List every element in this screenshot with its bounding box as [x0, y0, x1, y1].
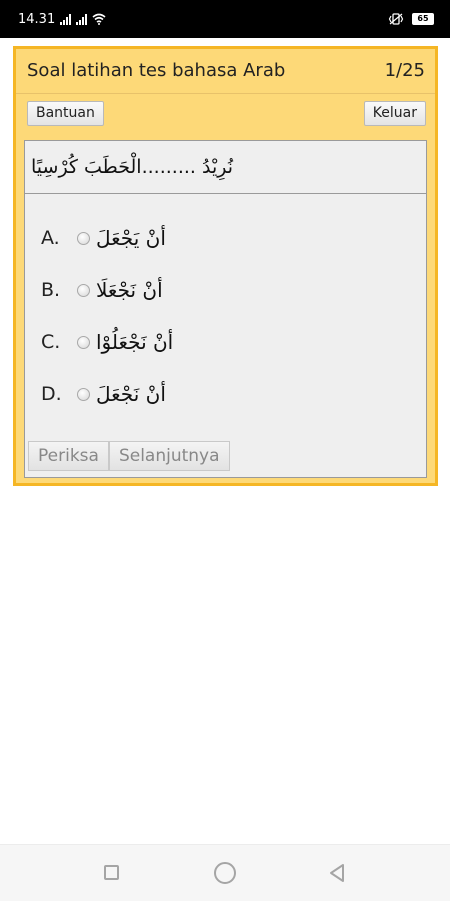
wifi-icon: [92, 13, 106, 25]
signal-icon: [76, 13, 88, 25]
option-text: أنْ نَجْعَلَا: [96, 278, 163, 302]
help-button[interactable]: Bantuan: [27, 101, 104, 126]
question-counter: 1/25: [384, 60, 425, 81]
question-box: نُرِيْدُ .........الْحَطَبَ كُرْسِيًا A.…: [24, 140, 427, 478]
option-text: أنْ يَجْعَلَ: [96, 226, 166, 250]
check-button[interactable]: Periksa: [28, 441, 109, 471]
status-right: 65: [388, 13, 434, 25]
battery-icon: 65: [412, 13, 434, 25]
recents-square-icon[interactable]: [104, 865, 119, 880]
home-circle-icon[interactable]: [214, 862, 236, 884]
question-text-content: نُرِيْدُ .........الْحَطَبَ كُرْسِيًا: [31, 156, 234, 178]
status-bar: 14.31 65: [0, 0, 450, 38]
signal-icon: [60, 13, 72, 25]
option-c-radio[interactable]: [77, 335, 90, 349]
action-bar: Periksa Selanjutnya: [28, 441, 230, 471]
option-a-radio[interactable]: [77, 231, 90, 245]
option-a[interactable]: A. أنْ يَجْعَلَ: [41, 223, 166, 253]
option-c[interactable]: C. أنْ نَجْعَلُوْا: [41, 327, 173, 357]
back-triangle-icon[interactable]: [328, 863, 346, 883]
navigation-bar: [0, 844, 450, 901]
next-button[interactable]: Selanjutnya: [108, 441, 230, 471]
quiz-header: Soal latihan tes bahasa Arab 1/25: [16, 49, 435, 93]
option-b[interactable]: B. أنْ نَجْعَلَا: [41, 275, 163, 305]
quiz-title: Soal latihan tes bahasa Arab: [27, 60, 286, 81]
option-text: أنْ نَجْعَلُوْا: [96, 330, 174, 354]
option-letter: C.: [41, 331, 61, 353]
option-letter: A.: [41, 227, 60, 249]
option-d-radio[interactable]: [77, 387, 90, 401]
option-letter: D.: [41, 383, 62, 405]
status-left: 14.31: [18, 12, 106, 27]
exit-button[interactable]: Keluar: [363, 101, 426, 126]
quiz-panel: Soal latihan tes bahasa Arab 1/25 Bantua…: [13, 46, 438, 486]
header-divider: [16, 93, 435, 94]
option-d[interactable]: D. أنْ نَجْعَلَ: [41, 379, 166, 409]
option-b-radio[interactable]: [77, 283, 90, 297]
option-letter: B.: [41, 279, 61, 301]
clock: 14.31: [18, 11, 56, 27]
vibrate-icon: [388, 13, 404, 25]
question-text: نُرِيْدُ .........الْحَطَبَ كُرْسِيًا: [25, 141, 426, 194]
option-text: أنْ نَجْعَلَ: [96, 382, 166, 406]
